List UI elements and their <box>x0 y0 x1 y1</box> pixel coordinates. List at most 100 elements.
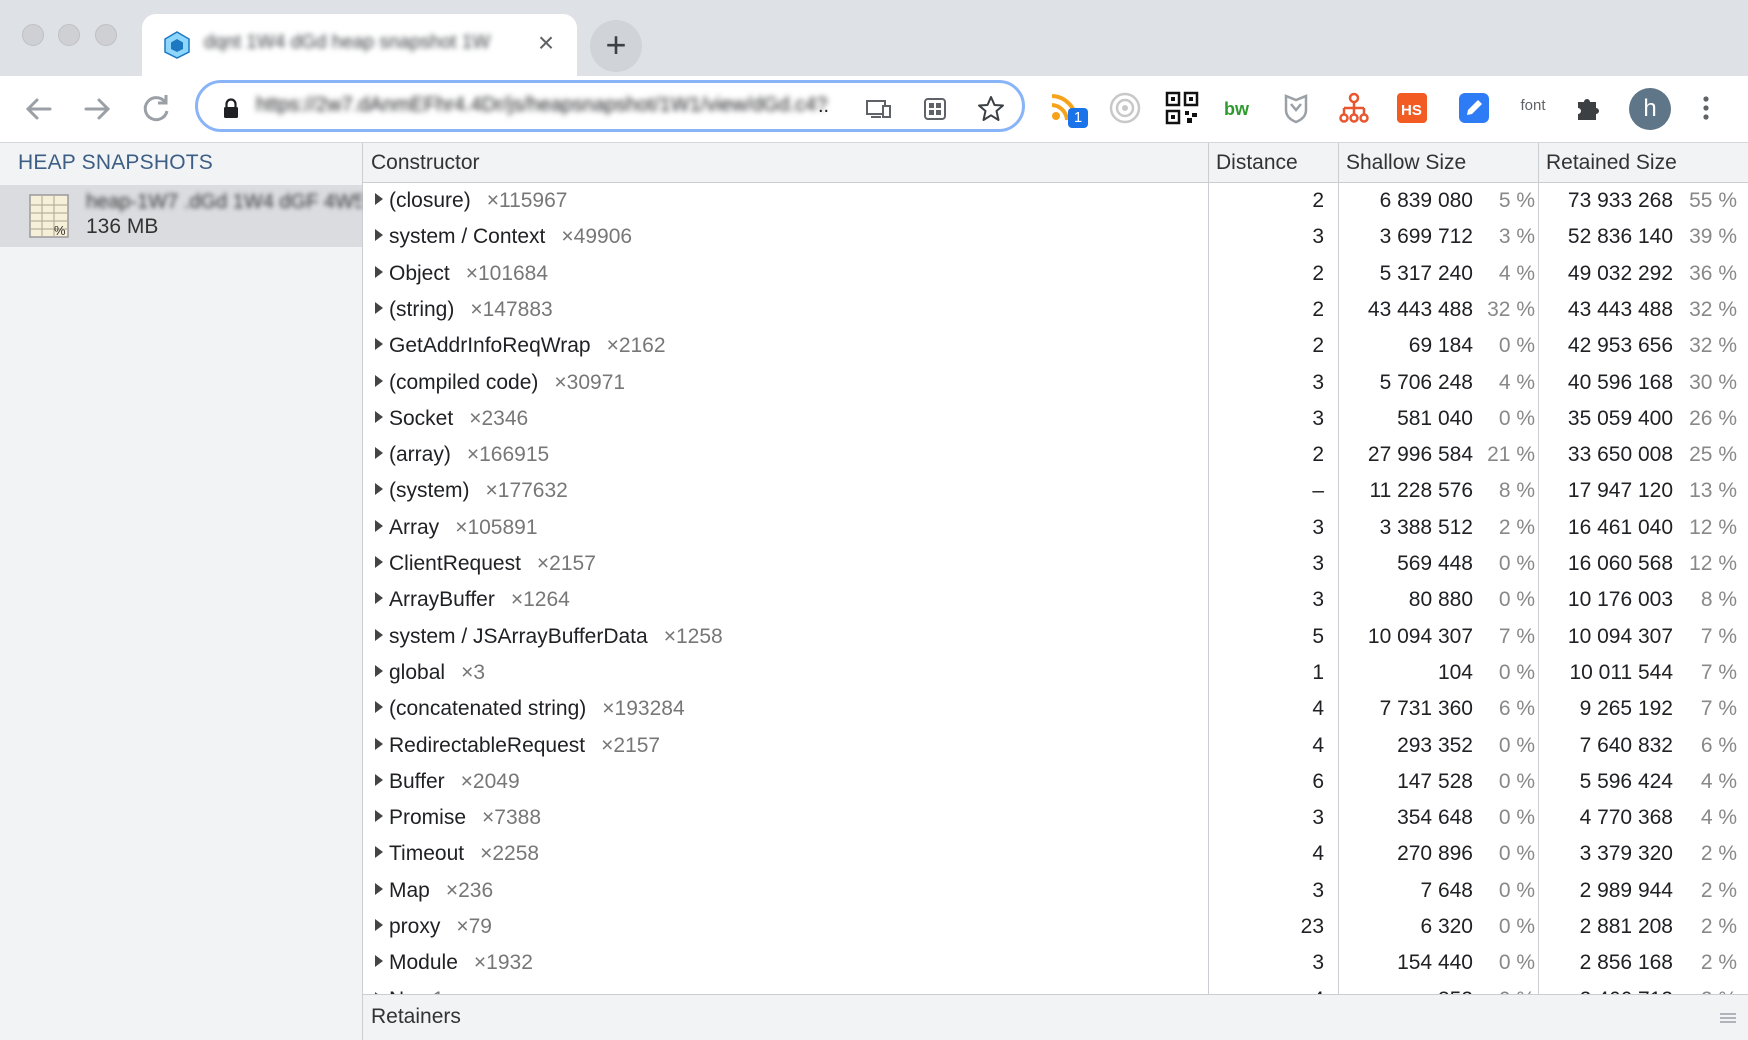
bw-extension-icon[interactable]: bw <box>1221 90 1257 126</box>
expand-triangle-icon[interactable] <box>375 374 383 387</box>
constructor-cell[interactable]: Buffer ×2049 <box>375 770 520 794</box>
expand-triangle-icon[interactable] <box>375 919 383 931</box>
cast-device-icon[interactable] <box>863 94 893 124</box>
expand-triangle-icon[interactable] <box>375 265 383 278</box>
expand-triangle-icon[interactable] <box>375 882 383 895</box>
table-row[interactable]: Timeout ×2258 4 270 896 0 % 3 379 320 2 % <box>363 836 1748 872</box>
target-extension-icon[interactable] <box>1107 90 1143 126</box>
table-row[interactable]: Buffer ×2049 6 147 528 0 % 5 596 424 4 % <box>363 764 1748 800</box>
constructor-cell[interactable]: (system) ×177632 <box>375 479 568 503</box>
window-close-dot[interactable] <box>22 24 44 46</box>
constructor-cell[interactable]: ClientRequest ×2157 <box>375 552 596 576</box>
expand-triangle-icon[interactable] <box>375 483 383 496</box>
sitemap-extension-icon[interactable] <box>1336 90 1372 126</box>
col-retained-size[interactable]: Retained Size <box>1538 143 1748 183</box>
table-row[interactable]: ArrayBuffer ×1264 3 80 880 0 % 10 176 003 8 % <box>363 582 1748 618</box>
expand-triangle-icon[interactable] <box>375 592 383 605</box>
col-distance[interactable]: Distance <box>1208 143 1338 183</box>
browser-tab[interactable]: dqnt 1W4 dGd heap snapshot 1W dGF × <box>142 14 577 76</box>
hs-extension-icon[interactable]: HS <box>1394 90 1430 126</box>
table-row[interactable]: (closure) ×115967 2 6 839 080 5 % 73 933 268 5… <box>363 183 1748 219</box>
expand-triangle-icon[interactable] <box>375 955 383 968</box>
expand-triangle-icon[interactable] <box>375 773 383 786</box>
window-minimize-dot[interactable] <box>58 24 80 46</box>
tab-close-icon[interactable]: × <box>531 28 561 58</box>
col-constructor[interactable]: Constructor <box>363 143 1208 183</box>
table-row[interactable]: (string) ×147883 2 43 443 488 32 % 43 443 488… <box>363 292 1748 328</box>
table-row[interactable]: system / JSArrayBufferData ×1258 5 10 094 3… <box>363 619 1748 655</box>
constructor-cell[interactable]: GetAddrInfoReqWrap ×2162 <box>375 334 666 358</box>
table-row[interactable]: (concatenated string) ×193284 4 7 731 360 6 … <box>363 691 1748 727</box>
table-row[interactable]: proxy ×79 23 6 320 0 % 2 881 208 2 % <box>363 909 1748 945</box>
constructor-cell[interactable]: RedirectableRequest ×2157 <box>375 734 660 758</box>
col-shallow-size[interactable]: Shallow Size <box>1338 143 1538 183</box>
address-bar[interactable]: https://2w7.dAnmEFhr4.4Dr/js/heapsnapsho… <box>195 80 1025 132</box>
table-row[interactable]: GetAddrInfoReqWrap ×2162 2 69 184 0 % 42 953 … <box>363 328 1748 364</box>
apps-grid-icon[interactable] <box>920 94 950 124</box>
constructor-cell[interactable]: global ×3 <box>375 661 485 685</box>
rss-extension-icon[interactable]: 1 <box>1048 90 1088 128</box>
expand-triangle-icon[interactable] <box>375 229 383 242</box>
expand-triangle-icon[interactable] <box>375 737 383 750</box>
expand-triangle-icon[interactable] <box>375 519 383 532</box>
table-row[interactable]: Map ×236 3 7 648 0 % 2 989 944 2 % <box>363 873 1748 909</box>
url-text[interactable]: https://2w7.dAnmEFhr4.4Dr/js/heapsnapsho… <box>256 94 836 120</box>
constructor-cell[interactable]: Module ×1932 <box>375 951 533 975</box>
expand-triangle-icon[interactable] <box>375 193 383 205</box>
retainers-panel[interactable]: Retainers <box>363 994 1748 1040</box>
qr-code-icon[interactable] <box>1164 90 1200 126</box>
table-row[interactable]: Socket ×2346 3 581 040 0 % 35 059 400 26 % <box>363 401 1748 437</box>
pencil-extension-icon[interactable] <box>1456 90 1492 126</box>
shield-extension-icon[interactable] <box>1278 90 1314 126</box>
resize-grip-icon[interactable] <box>1720 1013 1736 1023</box>
forward-icon[interactable] <box>74 86 120 132</box>
table-row[interactable]: (compiled code) ×30971 3 5 706 248 4 % 40 596… <box>363 365 1748 401</box>
table-row[interactable]: Module ×1932 3 154 440 0 % 2 856 168 2 % <box>363 945 1748 981</box>
table-row[interactable]: Promise ×7388 3 354 648 0 % 4 770 368 4 % <box>363 800 1748 836</box>
table-row[interactable]: system / Context ×49906 3 3 699 712 3 % 52 83… <box>363 219 1748 255</box>
expand-triangle-icon[interactable] <box>375 410 383 423</box>
constructor-cell[interactable]: Array ×105891 <box>375 516 538 540</box>
snapshot-item[interactable]: % heap-1W7 .dGd 1W4 dGF 4W5 136 MB <box>0 185 362 247</box>
table-row[interactable]: (array) ×166915 2 27 996 584 21 % 33 650 008 2… <box>363 437 1748 473</box>
expand-triangle-icon[interactable] <box>375 556 383 568</box>
expand-triangle-icon[interactable] <box>375 338 383 351</box>
constructor-cell[interactable]: Promise ×7388 <box>375 806 541 830</box>
window-zoom-dot[interactable] <box>95 24 117 46</box>
lock-icon[interactable] <box>216 94 246 124</box>
expand-triangle-icon[interactable] <box>375 664 383 677</box>
expand-triangle-icon[interactable] <box>375 447 383 460</box>
profile-avatar[interactable]: h <box>1629 88 1671 130</box>
constructor-cell[interactable]: Socket ×2346 <box>375 407 528 431</box>
table-row[interactable]: Array ×105891 3 3 388 512 2 % 16 461 040 12 % <box>363 510 1748 546</box>
reload-icon[interactable] <box>133 86 179 132</box>
constructor-cell[interactable]: ArrayBuffer ×1264 <box>375 588 570 612</box>
table-row[interactable]: (system) ×177632 – 11 228 576 8 % 17 947 120 1… <box>363 473 1748 509</box>
table-row[interactable]: N×143520 %2 466 7122 % <box>363 982 1748 994</box>
menu-dots-icon[interactable] <box>1688 90 1724 126</box>
constructor-cell[interactable]: (string) ×147883 <box>375 298 553 322</box>
constructor-cell[interactable]: (array) ×166915 <box>375 443 549 467</box>
constructor-cell[interactable]: system / Context ×49906 <box>375 225 632 249</box>
font-extension-icon[interactable]: font <box>1513 90 1553 126</box>
bookmark-star-icon[interactable] <box>976 94 1006 124</box>
table-row[interactable]: global ×3 1 104 0 % 10 011 544 7 % <box>363 655 1748 691</box>
expand-triangle-icon[interactable] <box>375 628 383 641</box>
constructor-cell[interactable]: (compiled code) ×30971 <box>375 371 625 395</box>
constructor-cell[interactable]: proxy ×79 <box>375 915 492 939</box>
table-row[interactable]: RedirectableRequest ×2157 4 293 352 0 % 7 640… <box>363 728 1748 764</box>
constructor-cell[interactable]: (closure) ×115967 <box>375 189 567 213</box>
back-icon[interactable] <box>16 86 62 132</box>
new-tab-button[interactable]: + <box>590 20 642 72</box>
expand-triangle-icon[interactable] <box>375 701 383 714</box>
constructor-cell[interactable]: (concatenated string) ×193284 <box>375 697 685 721</box>
expand-triangle-icon[interactable] <box>375 301 383 314</box>
table-row[interactable]: Object ×101684 2 5 317 240 4 % 49 032 292 36 % <box>363 256 1748 292</box>
expand-triangle-icon[interactable] <box>375 810 383 823</box>
puzzle-extensions-icon[interactable] <box>1571 90 1607 126</box>
constructor-cell[interactable]: Map ×236 <box>375 879 493 903</box>
constructor-cell[interactable]: Timeout ×2258 <box>375 842 539 866</box>
table-row[interactable]: ClientRequest ×2157 3 569 448 0 % 16 060 568 1… <box>363 546 1748 582</box>
expand-triangle-icon[interactable] <box>375 846 383 859</box>
constructor-cell[interactable]: Object ×101684 <box>375 262 548 286</box>
